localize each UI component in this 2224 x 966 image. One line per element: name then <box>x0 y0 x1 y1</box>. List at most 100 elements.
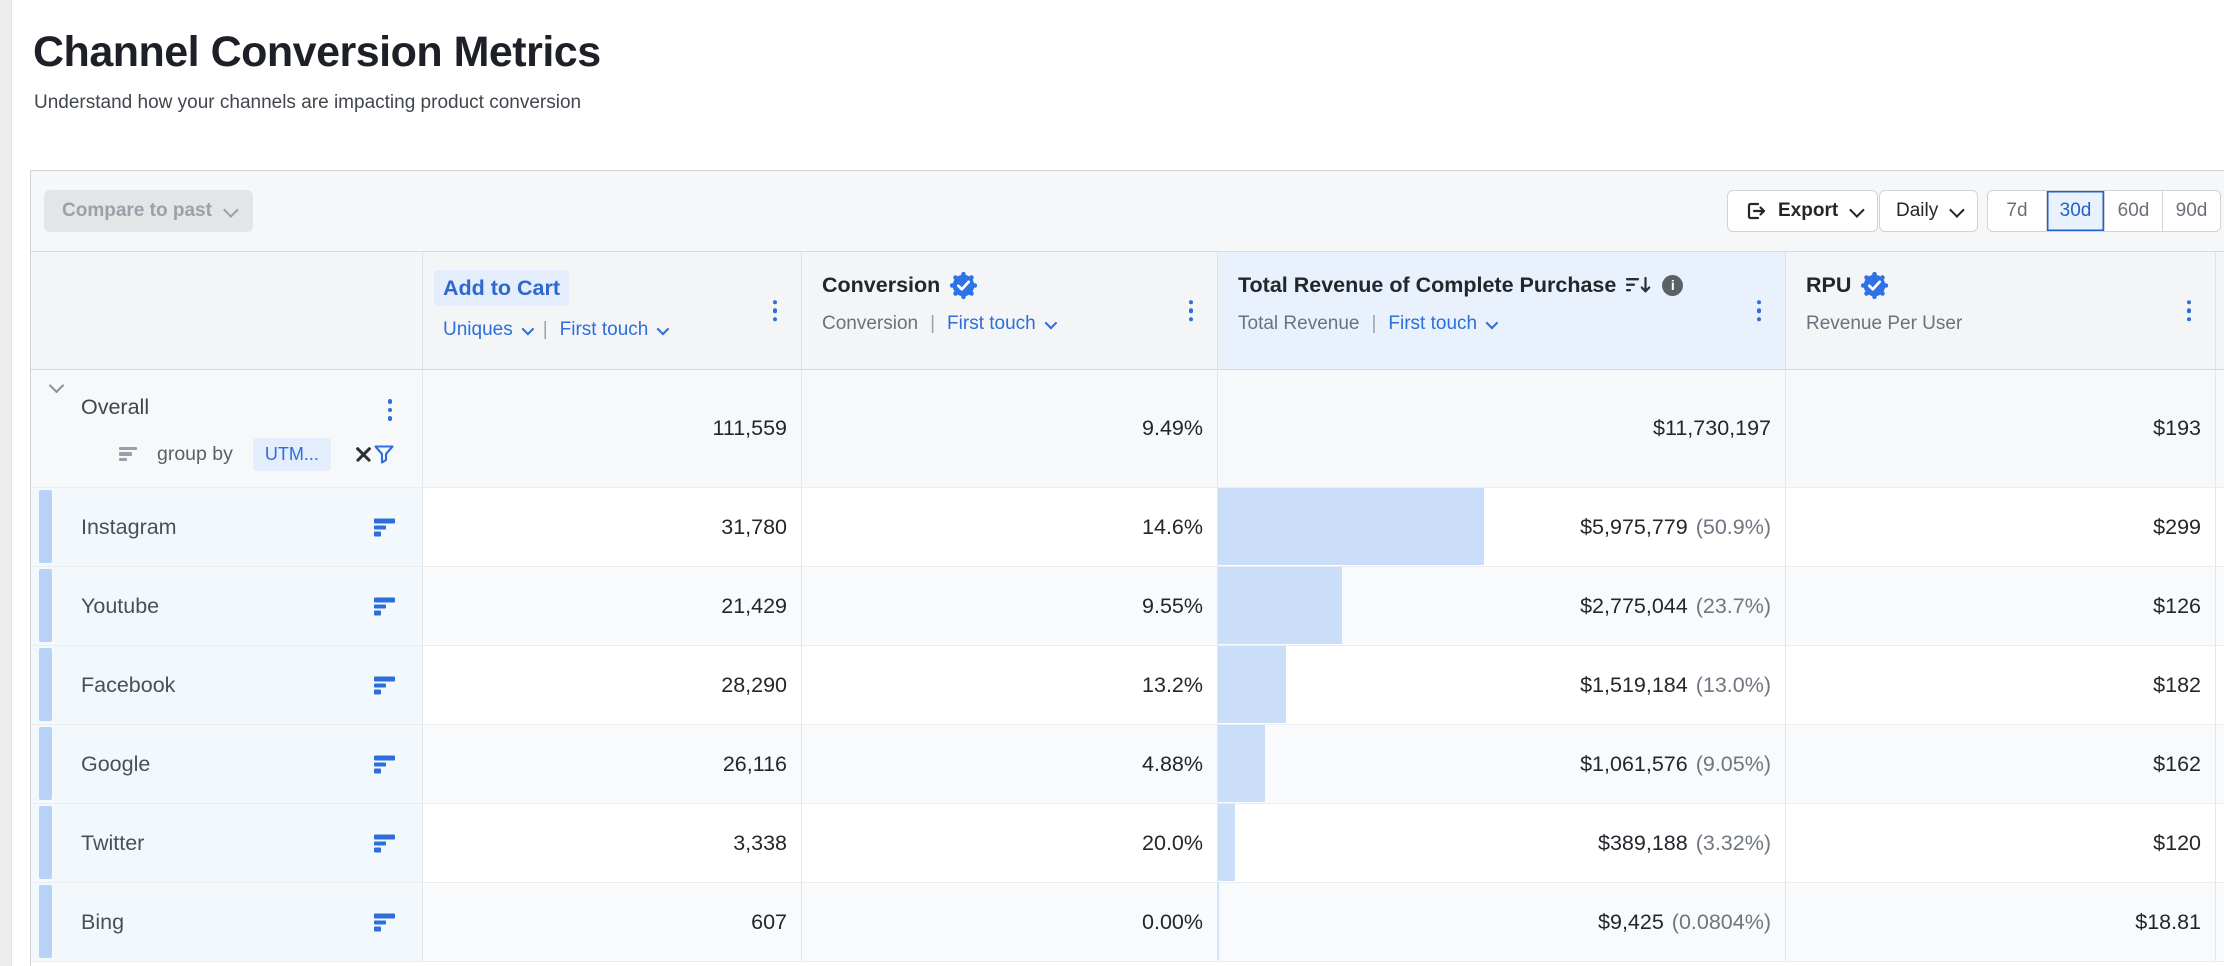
attribution-dropdown[interactable]: First touch <box>947 313 1054 335</box>
row-color-stripe <box>39 727 52 800</box>
column-menu-kebab-icon[interactable] <box>1185 296 1198 326</box>
total-revenue-cell: $389,188 (3.32%) <box>1217 804 1785 883</box>
row-color-stripe <box>39 490 52 563</box>
chevron-down-icon <box>521 322 534 335</box>
conversion-value: 20.0% <box>801 804 1217 883</box>
row-color-stripe <box>39 885 52 958</box>
row-label-cell[interactable]: Youtube <box>31 567 422 646</box>
attribution-dropdown[interactable]: First touch <box>560 319 667 341</box>
measure-dropdown[interactable]: Uniques <box>443 319 531 341</box>
revenue-share: (0.0804%) <box>1672 910 1771 935</box>
table-body: Overall group by UTM... <box>31 370 2224 962</box>
compare-to-past-button[interactable]: Compare to past <box>44 190 253 232</box>
column-header-add-to-cart: Add to Cart Uniques | First touch <box>422 252 801 370</box>
total-revenue-cell: $9,425 (0.0804%) <box>1217 883 1785 962</box>
add-to-cart-value: 111,559 <box>422 370 801 488</box>
row-menu-kebab-icon[interactable] <box>384 395 397 425</box>
row-label-cell[interactable]: Instagram <box>31 488 422 567</box>
total-revenue-value: $1,061,576 <box>1580 752 1688 777</box>
rpu-value: $182 <box>1785 646 2215 725</box>
cropped-cell <box>2215 488 2224 567</box>
export-icon <box>1744 199 1768 223</box>
table-row-bing: Bing 607 0.00% $9,425 (0.0804%) $18.81 <box>31 883 2224 962</box>
add-to-cart-title[interactable]: Add to Cart <box>434 270 569 306</box>
drag-handle-icon[interactable] <box>119 447 139 462</box>
add-to-cart-value: 31,780 <box>422 488 801 567</box>
cropped-cell <box>2215 883 2224 962</box>
column-title[interactable]: Add to Cart <box>443 270 801 306</box>
left-edge-gutter <box>0 0 12 966</box>
total-revenue-title[interactable]: Total Revenue of Complete Purchase <box>1238 270 1616 300</box>
total-revenue-cell: $1,061,576 (9.05%) <box>1217 725 1785 804</box>
conversion-value: 4.88% <box>801 725 1217 804</box>
chevron-down-icon <box>1044 316 1057 329</box>
column-menu-kebab-icon[interactable] <box>2183 296 2196 326</box>
table-row-google: Google 26,116 4.88% $1,061,576 (9.05%) $… <box>31 725 2224 804</box>
row-label-cell[interactable]: Twitter <box>31 804 422 883</box>
export-label: Export <box>1778 200 1838 222</box>
granularity-button[interactable]: Daily <box>1879 190 1978 232</box>
breakdown-bars-icon[interactable] <box>374 598 396 615</box>
breakdown-bars-icon[interactable] <box>374 835 396 852</box>
cropped-cell <box>2215 567 2224 646</box>
rpu-value: $162 <box>1785 725 2215 804</box>
total-revenue-value: $2,775,044 <box>1580 594 1688 619</box>
breakdown-bars-icon[interactable] <box>374 677 396 694</box>
add-to-cart-value: 26,116 <box>422 725 801 804</box>
chevron-down-icon <box>223 202 239 218</box>
panel-toolbar: Compare to past Export Daily <box>31 171 2224 252</box>
range-30d[interactable]: 30d <box>2046 191 2104 231</box>
row-label-header <box>31 252 422 370</box>
rpu-title[interactable]: RPU <box>1806 270 1851 300</box>
breakdown-bars-icon[interactable] <box>374 914 396 931</box>
breakdown-bars-icon[interactable] <box>374 519 396 536</box>
attribution-dropdown[interactable]: First touch <box>1388 313 1495 335</box>
column-header-rpu: RPU <box>1785 252 2215 370</box>
row-label-cell[interactable]: Google <box>31 725 422 804</box>
cropped-cell <box>2215 725 2224 804</box>
rpu-value: $18.81 <box>1785 883 2215 962</box>
row-label-cell[interactable]: Facebook <box>31 646 422 725</box>
measure-label: Conversion <box>822 313 918 335</box>
column-header-conversion: Conversion <box>801 252 1217 370</box>
conversion-value: 13.2% <box>801 646 1217 725</box>
verified-badge-icon <box>1861 272 1888 299</box>
total-revenue-cell: $5,975,779 (50.9%) <box>1217 488 1785 567</box>
range-7d[interactable]: 7d <box>1988 191 2046 231</box>
verified-badge-icon <box>950 272 977 299</box>
info-icon[interactable]: i <box>1662 275 1683 296</box>
table-row-facebook: Facebook 28,290 13.2% $1,519,184 (13.0%)… <box>31 646 2224 725</box>
separator: | <box>1371 313 1376 335</box>
sort-descending-icon[interactable] <box>1626 275 1652 296</box>
cropped-cell <box>2215 646 2224 725</box>
filter-funnel-icon[interactable] <box>372 442 396 466</box>
column-menu-kebab-icon[interactable] <box>769 296 782 326</box>
column-header-total-revenue: Total Revenue of Complete Purchase i <box>1217 252 1785 370</box>
total-revenue-value: $5,975,779 <box>1580 515 1688 540</box>
conversion-value: 9.55% <box>801 567 1217 646</box>
cropped-column-header <box>2215 252 2224 370</box>
row-label: Instagram <box>81 515 177 540</box>
rpu-value: $299 <box>1785 488 2215 567</box>
column-menu-kebab-icon[interactable] <box>1753 296 1766 326</box>
row-label: Google <box>81 752 150 777</box>
range-90d[interactable]: 90d <box>2162 191 2220 231</box>
revenue-share: (13.0%) <box>1696 673 1771 698</box>
overall-label-cell[interactable]: Overall group by UTM... <box>31 370 422 488</box>
group-by-property-chip[interactable]: UTM... <box>253 438 331 471</box>
group-by-label: group by <box>157 443 233 466</box>
range-60d[interactable]: 60d <box>2104 191 2162 231</box>
remove-group-by-icon[interactable] <box>355 446 372 463</box>
breakdown-bars-icon[interactable] <box>374 756 396 773</box>
page-header: Channel Conversion Metrics Understand ho… <box>33 20 601 114</box>
row-label-cell[interactable]: Bing <box>31 883 422 962</box>
compare-to-past-label: Compare to past <box>62 200 212 222</box>
chart-panel: Compare to past Export Daily <box>30 170 2224 966</box>
total-revenue-value: $1,519,184 <box>1580 673 1688 698</box>
overall-label: Overall <box>81 391 149 423</box>
conversion-title[interactable]: Conversion <box>822 270 940 300</box>
table-row-youtube: Youtube 21,429 9.55% $2,775,044 (23.7%) … <box>31 567 2224 646</box>
separator: | <box>930 313 935 335</box>
export-button[interactable]: Export <box>1727 190 1878 232</box>
total-revenue-cell: $2,775,044 (23.7%) <box>1217 567 1785 646</box>
